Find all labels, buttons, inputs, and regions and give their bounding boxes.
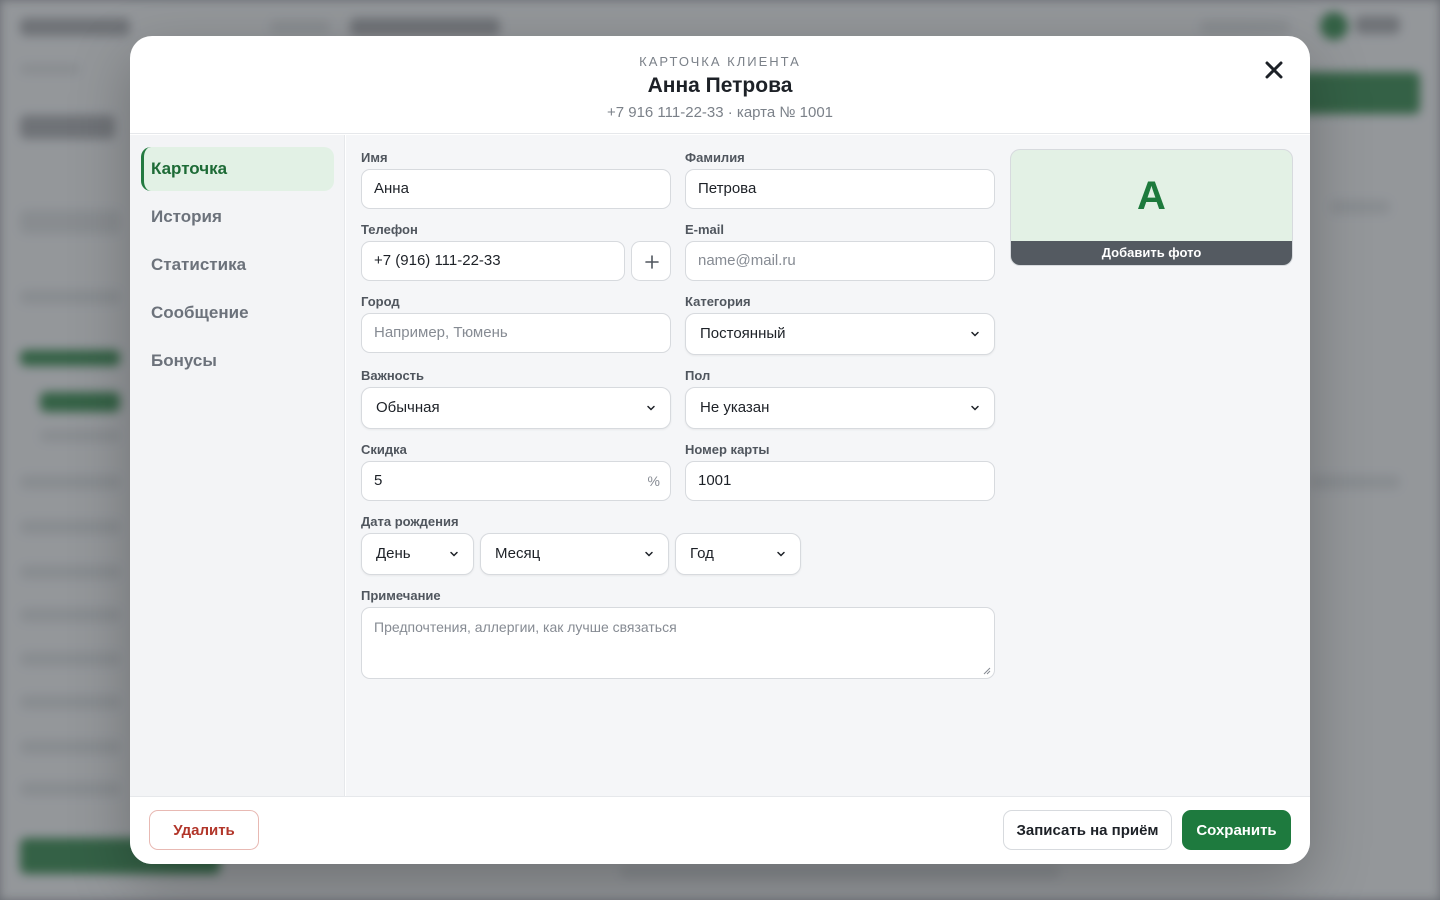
card-number-label: Номер карты [685,442,770,457]
chevron-down-icon [971,405,979,411]
discount-input[interactable]: 5 % [361,461,671,501]
phone-input[interactable]: +7 (916) 111-22-33 [361,241,625,281]
dialog-eyebrow: КАРТОЧКА КЛИЕНТА [639,54,801,69]
importance-select[interactable]: Обычная [361,387,671,429]
first-name-input[interactable]: Анна [361,169,671,209]
gender-label: Пол [685,368,711,383]
birth-date-label: Дата рождения [361,514,459,529]
sidebar-item-history[interactable]: История [141,195,334,239]
client-card-dialog: КАРТОЧКА КЛИЕНТА Анна Петрова +7 916 111… [130,36,1310,864]
chevron-down-icon [777,551,785,557]
chevron-down-icon [647,405,655,411]
sidebar-item-statistics[interactable]: Статистика [141,243,334,287]
avatar-initial: А [1137,174,1166,218]
category-select-value: Постоянный [700,325,786,342]
last-name-input[interactable]: Петрова [685,169,995,209]
dialog-footer: Удалить Записать на приём Сохранить [130,796,1310,864]
sidebar-item-card[interactable]: Карточка [141,147,334,191]
dialog-header: КАРТОЧКА КЛИЕНТА Анна Петрова +7 916 111… [130,36,1310,134]
birth-year-value: Год [690,545,714,562]
avatar-card: А Добавить фото [1010,149,1293,266]
delete-button[interactable]: Удалить [149,810,259,850]
note-textarea[interactable]: Предпочтения, аллергии, как лучше связат… [361,607,995,679]
phone-label: Телефон [361,222,418,237]
birth-day-value: День [376,545,411,562]
sidebar-nav: Карточка История Статистика Сообщение Бо… [130,135,345,796]
gender-select[interactable]: Не указан [685,387,995,429]
gender-select-value: Не указан [700,399,770,416]
save-button[interactable]: Сохранить [1182,810,1291,850]
birth-month-select[interactable]: Месяц [480,533,669,575]
last-name-label: Фамилия [685,150,745,165]
client-name-title: Анна Петрова [647,74,793,97]
birth-day-select[interactable]: День [361,533,474,575]
resize-handle-icon[interactable] [983,667,991,675]
note-placeholder: Предпочтения, аллергии, как лучше связат… [374,619,677,635]
email-label: E-mail [685,222,725,237]
card-number-input[interactable]: 1001 [685,461,995,501]
percent-suffix: % [647,473,660,489]
category-select[interactable]: Постоянный [685,313,995,355]
chevron-down-icon [645,551,653,557]
sidebar-item-bonuses[interactable]: Бонусы [141,339,334,383]
city-input[interactable]: Например, Тюмень [361,313,671,353]
add-photo-button[interactable]: Добавить фото [1011,241,1292,265]
email-input[interactable]: name@mail.ru [685,241,995,281]
category-label: Категория [685,294,751,309]
note-label: Примечание [361,588,441,603]
discount-label: Скидка [361,442,407,457]
birth-year-select[interactable]: Год [675,533,801,575]
book-appointment-button[interactable]: Записать на приём [1003,810,1172,850]
importance-label: Важность [361,368,425,383]
importance-select-value: Обычная [376,399,440,416]
client-meta-subtitle: +7 916 111-22-33 · карта № 1001 [606,104,834,121]
chevron-down-icon [971,331,979,337]
chevron-down-icon [450,551,458,557]
close-button[interactable] [1260,56,1288,84]
first-name-label: Имя [361,150,388,165]
close-icon [1260,61,1288,87]
sidebar-item-message[interactable]: Сообщение [141,291,334,335]
add-phone-button[interactable] [631,241,671,281]
birth-month-value: Месяц [495,545,541,562]
discount-value: 5 [374,472,383,489]
city-label: Город [361,294,400,309]
